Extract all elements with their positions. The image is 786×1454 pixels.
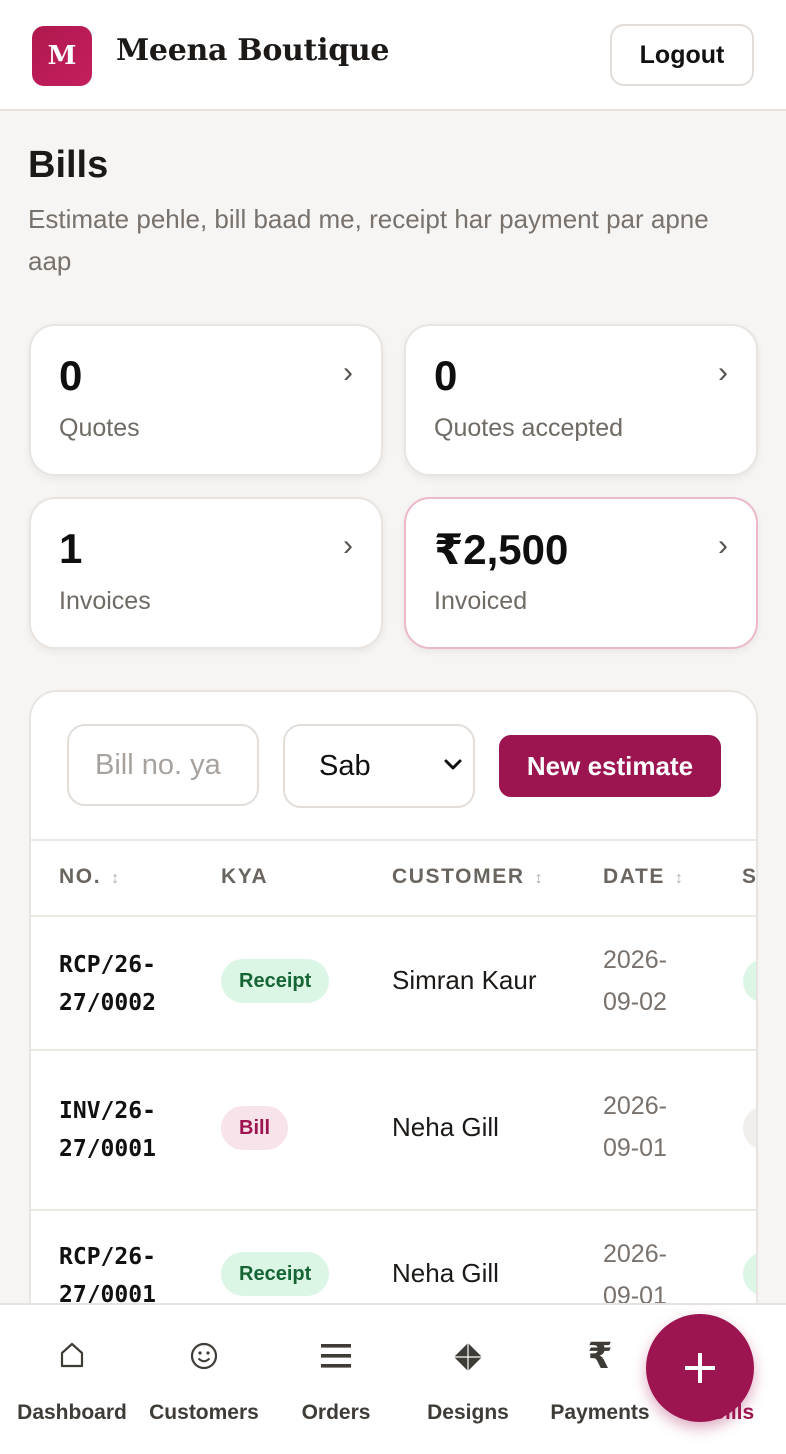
nav-label: Customers bbox=[149, 1401, 259, 1424]
nav-item-designs[interactable]: Designs bbox=[402, 1305, 534, 1454]
customer-name: Neha Gill bbox=[392, 1112, 499, 1142]
bill-search-input[interactable] bbox=[67, 724, 259, 806]
diamond-icon bbox=[402, 1341, 534, 1373]
bill-date: 2026-09-02 bbox=[603, 946, 667, 1016]
nav-label: Designs bbox=[427, 1401, 509, 1424]
nav-item-payments[interactable]: ₹ Payments bbox=[534, 1305, 666, 1454]
add-fab-button[interactable] bbox=[646, 1314, 754, 1422]
stat-card-invoiced-amount[interactable]: ₹2,500 Invoiced › bbox=[404, 497, 758, 649]
smiley-icon bbox=[138, 1341, 270, 1371]
stat-label: Quotes bbox=[59, 414, 140, 442]
kind-badge: Receipt bbox=[221, 1252, 330, 1296]
table-header: NO. ↕ KYA CUSTOMER ↕ DATE ↕ S bbox=[31, 839, 758, 917]
nav-item-dashboard[interactable]: Dashboard bbox=[6, 1305, 138, 1454]
page-title: Bills bbox=[28, 144, 109, 186]
column-header-date[interactable]: DATE ↕ bbox=[603, 865, 683, 889]
bill-type-select[interactable]: Sab bbox=[283, 724, 475, 808]
plus-icon bbox=[685, 1353, 715, 1383]
nav-label: Payments bbox=[550, 1401, 650, 1424]
bill-type-selected: Sab bbox=[319, 750, 371, 782]
customer-name: Simran Kaur bbox=[392, 965, 537, 995]
bill-number: INV/26-27/0001 bbox=[59, 1098, 156, 1162]
stat-value: 0 bbox=[59, 352, 83, 399]
stat-label: Quotes accepted bbox=[434, 414, 624, 442]
status-badge bbox=[743, 1252, 756, 1296]
sort-icon: ↕ bbox=[111, 870, 120, 887]
column-header-status: S bbox=[742, 865, 758, 888]
customer-name: Neha Gill bbox=[392, 1258, 499, 1288]
column-header-no[interactable]: NO. ↕ bbox=[59, 865, 119, 889]
home-icon bbox=[6, 1341, 138, 1369]
bills-panel: Sab New estimate NO.↕ KYA CUSTOMER↕ DATE… bbox=[29, 690, 758, 1410]
nav-label: Dashboard bbox=[17, 1401, 127, 1424]
stat-label: Invoiced bbox=[434, 587, 528, 615]
nav-item-orders[interactable]: Orders bbox=[270, 1305, 402, 1454]
brand-name: Meena Boutique bbox=[116, 33, 390, 68]
nav-item-customers[interactable]: Customers bbox=[138, 1305, 270, 1454]
chevron-right-icon: › bbox=[718, 356, 728, 389]
column-header-customer[interactable]: CUSTOMER ↕ bbox=[392, 865, 543, 889]
stat-value: ₹2,500 bbox=[434, 526, 569, 573]
status-badge bbox=[743, 1106, 756, 1150]
page-subtitle: Estimate pehle, bill baad me, receipt ha… bbox=[28, 204, 709, 276]
chevron-right-icon: › bbox=[343, 529, 353, 562]
stat-card-quotes[interactable]: 0 Quotes › bbox=[29, 324, 383, 476]
status-badge bbox=[743, 959, 756, 1003]
logout-button[interactable]: Logout bbox=[610, 24, 754, 86]
table-row[interactable]: INV/26-27/0001 Bill Neha Gill 2026-09-01 bbox=[31, 1051, 756, 1211]
table-row[interactable]: RCP/26-27/0002 Receipt Simran Kaur 2026-… bbox=[31, 917, 756, 1051]
chevron-right-icon: › bbox=[718, 529, 728, 562]
kind-badge: Receipt bbox=[221, 959, 330, 1003]
brand-logo: M bbox=[32, 26, 92, 86]
nav-label: Orders bbox=[301, 1401, 371, 1424]
chevron-down-icon bbox=[444, 759, 462, 770]
bill-number: RCP/26-27/0002 bbox=[59, 952, 156, 1016]
chevron-right-icon: › bbox=[343, 356, 353, 389]
new-estimate-button[interactable]: New estimate bbox=[499, 735, 721, 797]
stat-value: 0 bbox=[434, 352, 458, 399]
kind-badge: Bill bbox=[221, 1106, 289, 1150]
sort-icon: ↕ bbox=[675, 870, 684, 887]
bill-date: 2026-09-01 bbox=[603, 1092, 667, 1162]
stat-label: Invoices bbox=[59, 587, 151, 615]
stat-value: 1 bbox=[59, 525, 83, 572]
top-bar: M Meena Boutique Logout bbox=[0, 0, 786, 111]
column-header-kya: KYA bbox=[221, 865, 269, 888]
stat-card-quotes-accepted[interactable]: 0 Quotes accepted › bbox=[404, 324, 758, 476]
list-icon bbox=[270, 1341, 402, 1371]
stat-card-invoices[interactable]: 1 Invoices › bbox=[29, 497, 383, 649]
sort-icon: ↕ bbox=[534, 870, 543, 887]
